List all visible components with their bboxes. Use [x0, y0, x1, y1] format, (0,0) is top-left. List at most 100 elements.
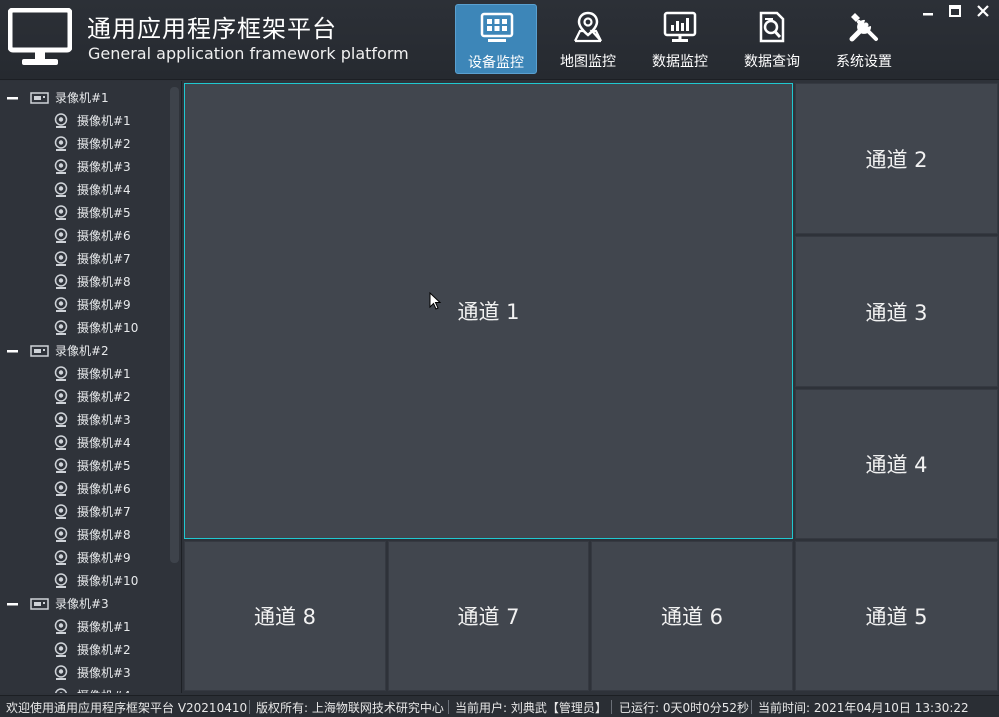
channel-8[interactable]: 通道 8 — [184, 541, 386, 691]
camera-icon — [54, 434, 68, 450]
tree-node-camera[interactable]: 摄像机#5 — [54, 201, 131, 224]
collapse-icon[interactable] — [7, 598, 19, 610]
tree-node-camera[interactable]: 摄像机#7 — [54, 247, 131, 270]
camera-icon — [54, 549, 68, 565]
tree-node-camera[interactable]: 摄像机#2 — [54, 385, 131, 408]
channel-label: 通道 6 — [660, 605, 724, 629]
tree-node-camera[interactable]: 摄像机#4 — [54, 684, 131, 693]
camera-icon — [54, 319, 68, 335]
channel-5[interactable]: 通道 5 — [795, 541, 998, 691]
tree-node-camera[interactable]: 摄像机#2 — [54, 638, 131, 661]
tree-node-camera[interactable]: 摄像机#4 — [54, 431, 131, 454]
camera-icon — [54, 664, 68, 680]
tree-node-label: 摄像机#4 — [77, 436, 131, 450]
maximize-icon[interactable] — [945, 2, 965, 20]
status-uptime: 已运行: 0天0时0分52秒 — [619, 701, 750, 715]
tree-scrollbar[interactable] — [170, 87, 179, 563]
tree-node-label: 摄像机#4 — [77, 183, 131, 197]
tree-node-camera[interactable]: 摄像机#1 — [54, 109, 131, 132]
tree-node-camera[interactable]: 摄像机#2 — [54, 132, 131, 155]
camera-icon — [54, 572, 68, 588]
minimize-icon[interactable] — [918, 2, 938, 20]
tree-node-camera[interactable]: 摄像机#8 — [54, 523, 131, 546]
nav-device-monitor[interactable]: 设备监控 — [455, 4, 537, 74]
channel-label: 通道 8 — [253, 605, 317, 629]
camera-icon — [54, 158, 68, 174]
channel-label: 通道 1 — [457, 300, 520, 324]
tree-node-camera[interactable]: 摄像机#7 — [54, 500, 131, 523]
camera-icon — [54, 365, 68, 381]
tree-node-camera[interactable]: 摄像机#6 — [54, 224, 131, 247]
device-tree[interactable]: 录像机#1 摄像机#1 摄像机#2 摄像机#3 摄像机#4 摄像机#5 摄像机#6 摄像机#7… — [0, 81, 182, 693]
close-icon[interactable] — [973, 2, 993, 20]
tree-node-camera[interactable]: 摄像机#3 — [54, 408, 131, 431]
nav-map-monitor[interactable]: 地图监控 — [547, 4, 629, 74]
tree-node-label: 录像机#2 — [55, 344, 109, 358]
nav-label: 数据查询 — [744, 54, 800, 70]
tree-node-label: 摄像机#1 — [77, 367, 131, 381]
tree-node-camera[interactable]: 摄像机#9 — [54, 546, 131, 569]
channel-label: 通道 4 — [865, 453, 928, 477]
recorder-icon — [30, 344, 49, 357]
nav-data-query[interactable]: 数据查询 — [731, 4, 813, 74]
tree-node-camera[interactable]: 摄像机#3 — [54, 155, 131, 178]
tree-node-camera[interactable]: 摄像机#8 — [54, 270, 131, 293]
tree-node-label: 录像机#1 — [55, 91, 109, 105]
tree-node-label: 摄像机#1 — [77, 620, 131, 634]
tree-node-label: 摄像机#2 — [77, 390, 131, 404]
title-bar: 通用应用程序框架平台 General application framework… — [0, 0, 999, 80]
tree-node-camera[interactable]: 摄像机#4 — [54, 178, 131, 201]
nav-system-settings[interactable]: 系统设置 — [823, 4, 905, 74]
tree-node-label: 摄像机#6 — [77, 229, 131, 243]
tree-node-label: 摄像机#10 — [77, 321, 139, 335]
camera-icon — [54, 296, 68, 312]
tools-icon — [849, 13, 878, 42]
camera-icon — [54, 457, 68, 473]
nav-label: 设备监控 — [468, 55, 524, 71]
tree-node-camera[interactable]: 摄像机#1 — [54, 615, 131, 638]
tree-node-label: 摄像机#2 — [77, 137, 131, 151]
tree-node-recorder[interactable]: 录像机#2 — [7, 339, 109, 362]
tree-node-label: 摄像机#9 — [77, 551, 131, 565]
status-user: 当前用户: 刘典武【管理员】 — [455, 701, 607, 715]
tree-node-camera[interactable]: 摄像机#5 — [54, 454, 131, 477]
map-pin-icon — [574, 11, 602, 43]
camera-icon — [54, 388, 68, 404]
status-time: 当前时间: 2021年04月10日 13:30:22 — [758, 701, 969, 715]
camera-icon — [54, 112, 68, 128]
channel-2[interactable]: 通道 2 — [795, 83, 998, 234]
tree-node-label: 摄像机#3 — [77, 413, 131, 427]
channel-1[interactable]: 通道 1 — [184, 83, 793, 539]
grid-monitor-icon — [480, 12, 514, 42]
tree-node-label: 摄像机#8 — [77, 275, 131, 289]
tree-node-camera[interactable]: 摄像机#10 — [54, 569, 138, 592]
collapse-icon[interactable] — [7, 92, 19, 104]
channel-3[interactable]: 通道 3 — [795, 236, 998, 387]
nav-data-monitor[interactable]: 数据监控 — [639, 4, 721, 74]
channel-6[interactable]: 通道 6 — [591, 541, 793, 691]
document-search-icon — [759, 11, 785, 43]
channel-4[interactable]: 通道 4 — [795, 389, 998, 539]
camera-icon — [54, 526, 68, 542]
tree-node-camera[interactable]: 摄像机#9 — [54, 293, 131, 316]
camera-icon — [54, 411, 68, 427]
tree-node-camera[interactable]: 摄像机#3 — [54, 661, 131, 684]
tree-node-camera[interactable]: 摄像机#6 — [54, 477, 131, 500]
tree-node-camera[interactable]: 摄像机#1 — [54, 362, 131, 385]
camera-icon — [54, 135, 68, 151]
tree-node-recorder[interactable]: 录像机#1 — [7, 86, 109, 109]
camera-icon — [54, 641, 68, 657]
camera-icon — [54, 227, 68, 243]
mouse-cursor-icon — [429, 292, 442, 310]
camera-icon — [54, 480, 68, 496]
channel-7[interactable]: 通道 7 — [388, 541, 589, 691]
camera-icon — [54, 181, 68, 197]
camera-icon — [54, 204, 68, 220]
tree-node-camera[interactable]: 摄像机#10 — [54, 316, 138, 339]
camera-icon — [54, 687, 68, 693]
collapse-icon[interactable] — [7, 345, 19, 357]
tree-node-label: 摄像机#6 — [77, 482, 131, 496]
channel-label: 通道 3 — [865, 300, 928, 325]
bar-chart-icon — [663, 11, 697, 42]
tree-node-recorder[interactable]: 录像机#3 — [7, 592, 109, 615]
